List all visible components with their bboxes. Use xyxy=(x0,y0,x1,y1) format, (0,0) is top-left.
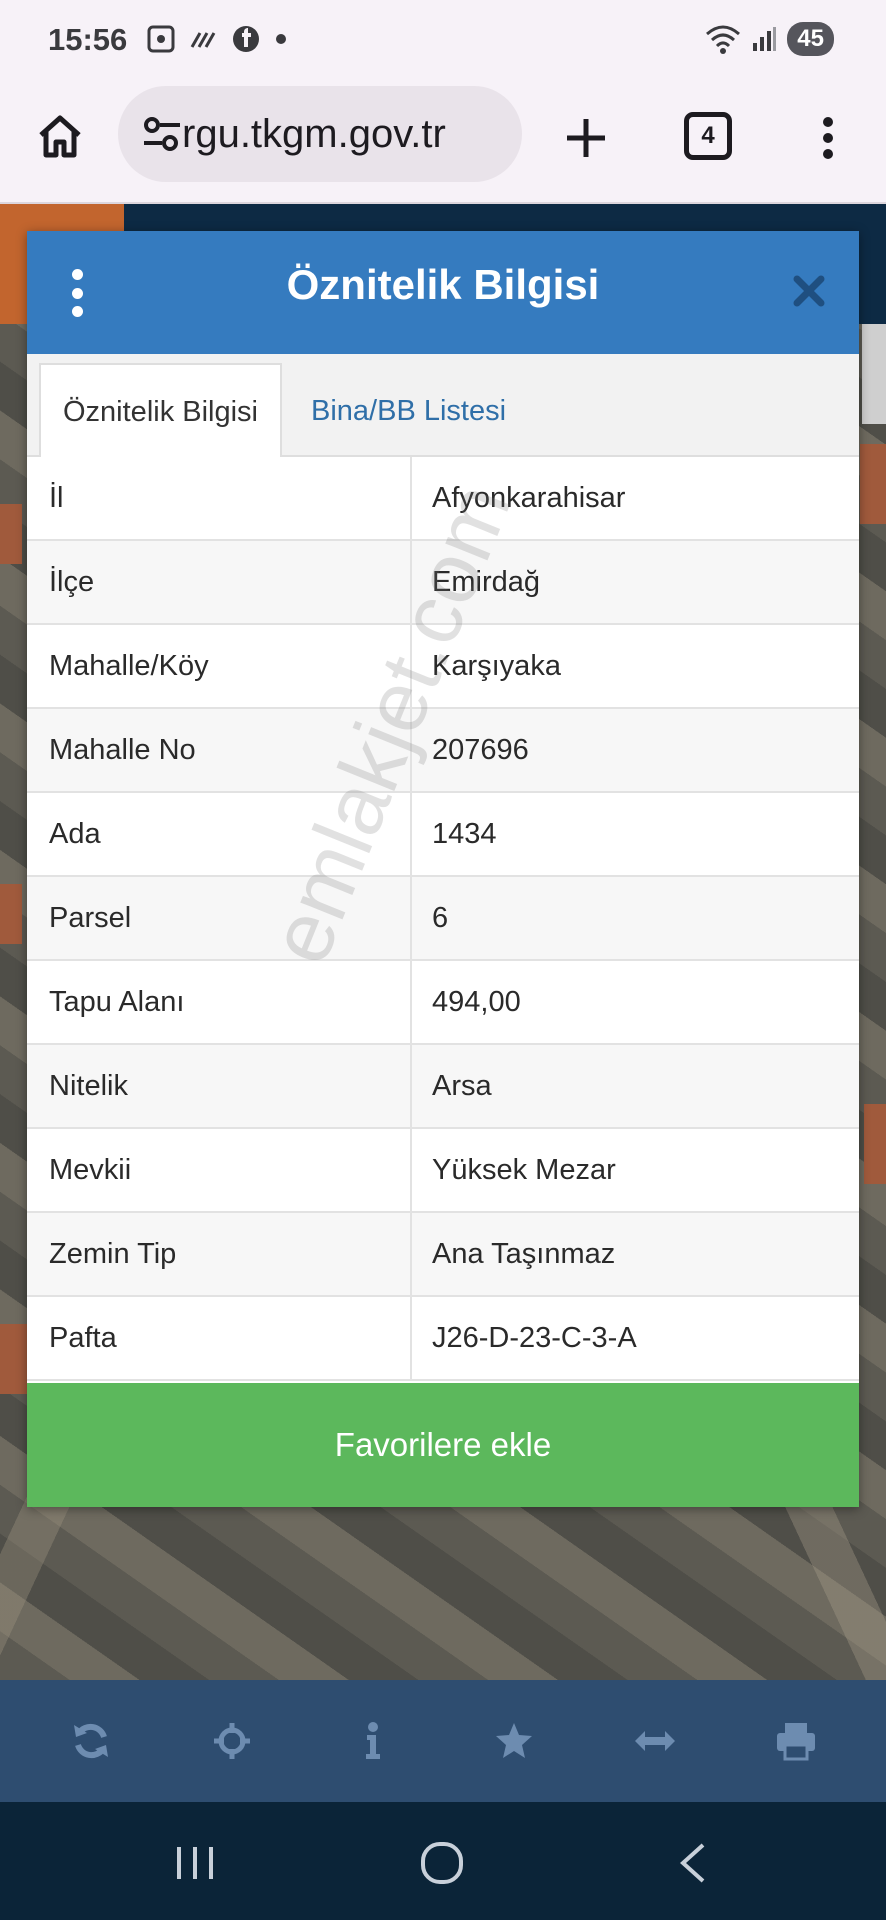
table-row: Tapu Alanı 494,00 xyxy=(27,961,859,1045)
table-row: Mahalle No 207696 xyxy=(27,709,859,793)
table-row: Nitelik Arsa xyxy=(27,1045,859,1129)
row-label: Mahalle/Köy xyxy=(27,625,412,707)
url-text: rgu.tkgm.gov.tr xyxy=(182,112,446,156)
table-row: Pafta J26-D-23-C-3-A xyxy=(27,1297,859,1381)
star-icon xyxy=(495,1723,532,1758)
row-label: Nitelik xyxy=(27,1045,412,1127)
row-value: Afyonkarahisar xyxy=(432,481,626,514)
map-side-control[interactable] xyxy=(862,324,886,424)
dialog-tabs: Öznitelik Bilgisi Bina/BB Listesi xyxy=(27,354,859,459)
back-button[interactable] xyxy=(662,1836,722,1890)
row-value: Karşıyaka xyxy=(432,649,561,682)
site-settings-button[interactable] xyxy=(138,110,186,158)
favorites-button[interactable] xyxy=(484,1711,544,1771)
row-value: Arsa xyxy=(432,1069,492,1102)
table-row: Mahalle/Köy Karşıyaka xyxy=(27,625,859,709)
status-bar: 15:56 45 xyxy=(0,0,886,80)
tab-attribute-info[interactable]: Öznitelik Bilgisi xyxy=(39,363,282,459)
row-label: Tapu Alanı xyxy=(27,961,412,1043)
row-value: 1434 xyxy=(432,817,497,850)
row-value: 207696 xyxy=(432,733,529,766)
status-time: 15:56 xyxy=(48,22,128,57)
row-value: J26-D-23-C-3-A xyxy=(432,1321,637,1354)
row-label: Ada xyxy=(27,793,412,875)
row-label: İl xyxy=(27,457,412,539)
measure-arrows-icon xyxy=(634,1731,675,1751)
row-label: Mevkii xyxy=(27,1129,412,1211)
row-value: 6 xyxy=(432,901,449,934)
new-tab-button[interactable] xyxy=(556,108,616,168)
recent-apps-button[interactable] xyxy=(165,1836,225,1890)
system-nav-bar xyxy=(0,1802,886,1920)
attribute-info-dialog: Öznitelik Bilgisi Öznitelik Bilgisi Bina… xyxy=(27,231,859,1507)
row-label: Mahalle No xyxy=(27,709,412,791)
table-row: Mevkii Yüksek Mezar xyxy=(27,1129,859,1213)
home-circle-icon xyxy=(421,1842,463,1884)
add-favorites-button[interactable]: Favorilere ekle xyxy=(27,1383,859,1507)
home-nav-button[interactable] xyxy=(412,1836,472,1890)
map-toolbar xyxy=(0,1680,886,1802)
table-row: Ada 1434 xyxy=(27,793,859,877)
battery-indicator: 45 xyxy=(787,22,834,56)
close-button[interactable] xyxy=(789,271,829,311)
browser-toolbar: rgu.tkgm.gov.tr 4 xyxy=(0,80,886,204)
browser-menu-button[interactable] xyxy=(808,108,848,168)
measure-button[interactable] xyxy=(625,1711,685,1771)
table-row: Zemin Tip Ana Taşınmaz xyxy=(27,1213,859,1297)
back-chevron-icon xyxy=(680,1843,705,1883)
home-button[interactable] xyxy=(30,106,90,166)
facebook-icon xyxy=(233,26,259,52)
tab-building-list[interactable]: Bina/BB Listesi xyxy=(289,363,528,459)
cell-signal-icon xyxy=(753,27,777,51)
refresh-icon xyxy=(73,1723,108,1759)
table-row: İlçe Emirdağ xyxy=(27,541,859,625)
print-icon xyxy=(776,1723,815,1761)
dot-icon xyxy=(276,34,286,44)
locate-button[interactable] xyxy=(202,1711,262,1771)
refresh-button[interactable] xyxy=(61,1711,121,1771)
attribute-table: İl Afyonkarahisar İlçe Emirdağ Mahalle/Köy… xyxy=(27,457,859,1381)
recent-apps-icon xyxy=(177,1847,213,1879)
row-value: Yüksek Mezar xyxy=(432,1153,616,1186)
row-value: Ana Taşınmaz xyxy=(432,1237,616,1270)
row-label: Pafta xyxy=(27,1297,412,1379)
row-value: Emirdağ xyxy=(432,565,540,598)
row-label: Parsel xyxy=(27,877,412,959)
crosshair-icon xyxy=(213,1723,250,1759)
signal-wave-icon xyxy=(190,32,216,48)
home-icon xyxy=(39,115,81,158)
info-button[interactable] xyxy=(343,1711,403,1771)
tune-icon xyxy=(144,117,180,151)
tab-switcher-button[interactable]: 4 xyxy=(684,112,732,160)
row-label: İlçe xyxy=(27,541,412,623)
table-row: Parsel 6 xyxy=(27,877,859,961)
info-icon xyxy=(365,1722,380,1759)
plus-icon xyxy=(567,119,605,157)
address-bar[interactable]: rgu.tkgm.gov.tr xyxy=(118,86,522,182)
wifi-icon xyxy=(706,25,741,54)
dialog-header: Öznitelik Bilgisi xyxy=(27,231,859,354)
screenshot-icon xyxy=(147,25,175,53)
kebab-menu-icon xyxy=(823,117,833,159)
dialog-title: Öznitelik Bilgisi xyxy=(286,261,600,308)
row-label: Zemin Tip xyxy=(27,1213,412,1295)
row-value: 494,00 xyxy=(432,985,521,1018)
close-icon xyxy=(793,275,825,307)
print-button[interactable] xyxy=(766,1711,826,1771)
table-row: İl Afyonkarahisar xyxy=(27,457,859,541)
